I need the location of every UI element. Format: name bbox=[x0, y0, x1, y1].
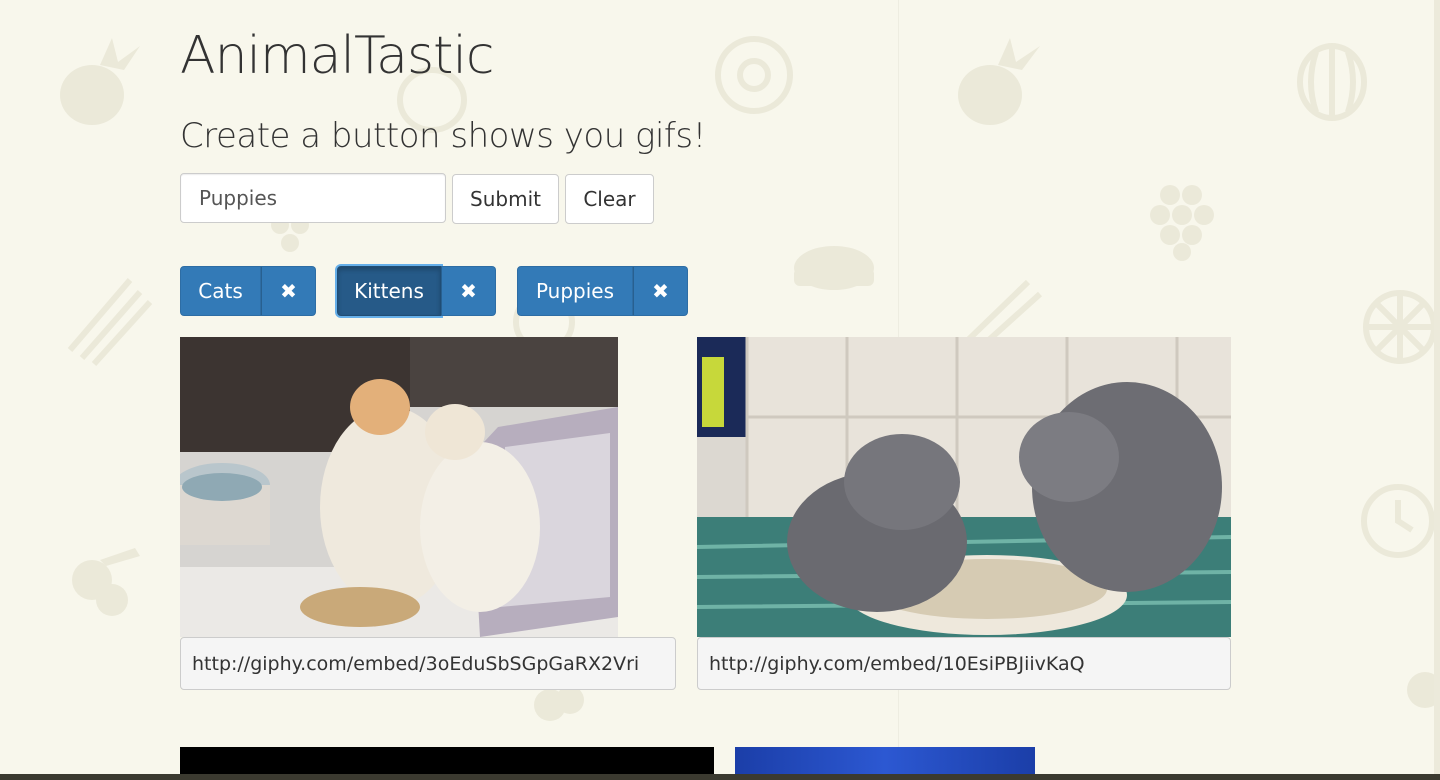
page-subtitle: Create a button shows you gifs! bbox=[180, 116, 706, 156]
scrollbar-track[interactable] bbox=[1434, 0, 1440, 780]
animal-input[interactable] bbox=[180, 173, 446, 223]
close-icon: ✖ bbox=[280, 279, 297, 303]
close-icon: ✖ bbox=[460, 279, 477, 303]
citrus-icon bbox=[1363, 290, 1437, 364]
remove-puppies-button[interactable]: ✖ bbox=[633, 266, 688, 316]
animal-button-kittens[interactable]: Kittens bbox=[337, 266, 441, 316]
cherries-icon bbox=[72, 548, 140, 616]
animal-button-puppies[interactable]: Puppies bbox=[517, 266, 633, 316]
grapes-icon bbox=[1150, 185, 1214, 261]
gif-image-partial[interactable] bbox=[180, 747, 714, 774]
clock-icon bbox=[1361, 484, 1435, 558]
gif-image-partial[interactable] bbox=[735, 747, 1035, 774]
animal-button-group-puppies: Puppies ✖ bbox=[517, 266, 688, 316]
kittens-gif-image[interactable] bbox=[697, 337, 1231, 637]
gif-url-field[interactable]: http://giphy.com/embed/3oEduSbSGpGaRX2Vr… bbox=[180, 637, 676, 690]
gif-card: http://giphy.com/embed/10EsiPBJiivKaQ bbox=[697, 337, 1231, 690]
remove-cats-button[interactable]: ✖ bbox=[261, 266, 316, 316]
watermelon-icon bbox=[1297, 43, 1367, 121]
clear-button[interactable]: Clear bbox=[565, 174, 654, 224]
kittens-gif-image[interactable] bbox=[180, 337, 618, 637]
close-icon: ✖ bbox=[652, 279, 669, 303]
animal-button-cats[interactable]: Cats bbox=[180, 266, 261, 316]
steak-icon bbox=[794, 246, 874, 290]
remove-kittens-button[interactable]: ✖ bbox=[441, 266, 496, 316]
app-title: AnimalTastic bbox=[180, 26, 494, 86]
animal-button-group-kittens: Kittens ✖ bbox=[337, 266, 496, 316]
gif-card: http://giphy.com/embed/3oEduSbSGpGaRX2Vr… bbox=[180, 337, 676, 690]
gif-url-field[interactable]: http://giphy.com/embed/10EsiPBJiivKaQ bbox=[697, 637, 1231, 690]
window-bottom-edge bbox=[0, 774, 1440, 780]
submit-button[interactable]: Submit bbox=[452, 174, 559, 224]
donut-icon bbox=[715, 36, 793, 114]
pineapple-icon bbox=[958, 38, 1040, 125]
animal-button-group-cats: Cats ✖ bbox=[180, 266, 316, 316]
pineapple-icon bbox=[60, 38, 140, 125]
